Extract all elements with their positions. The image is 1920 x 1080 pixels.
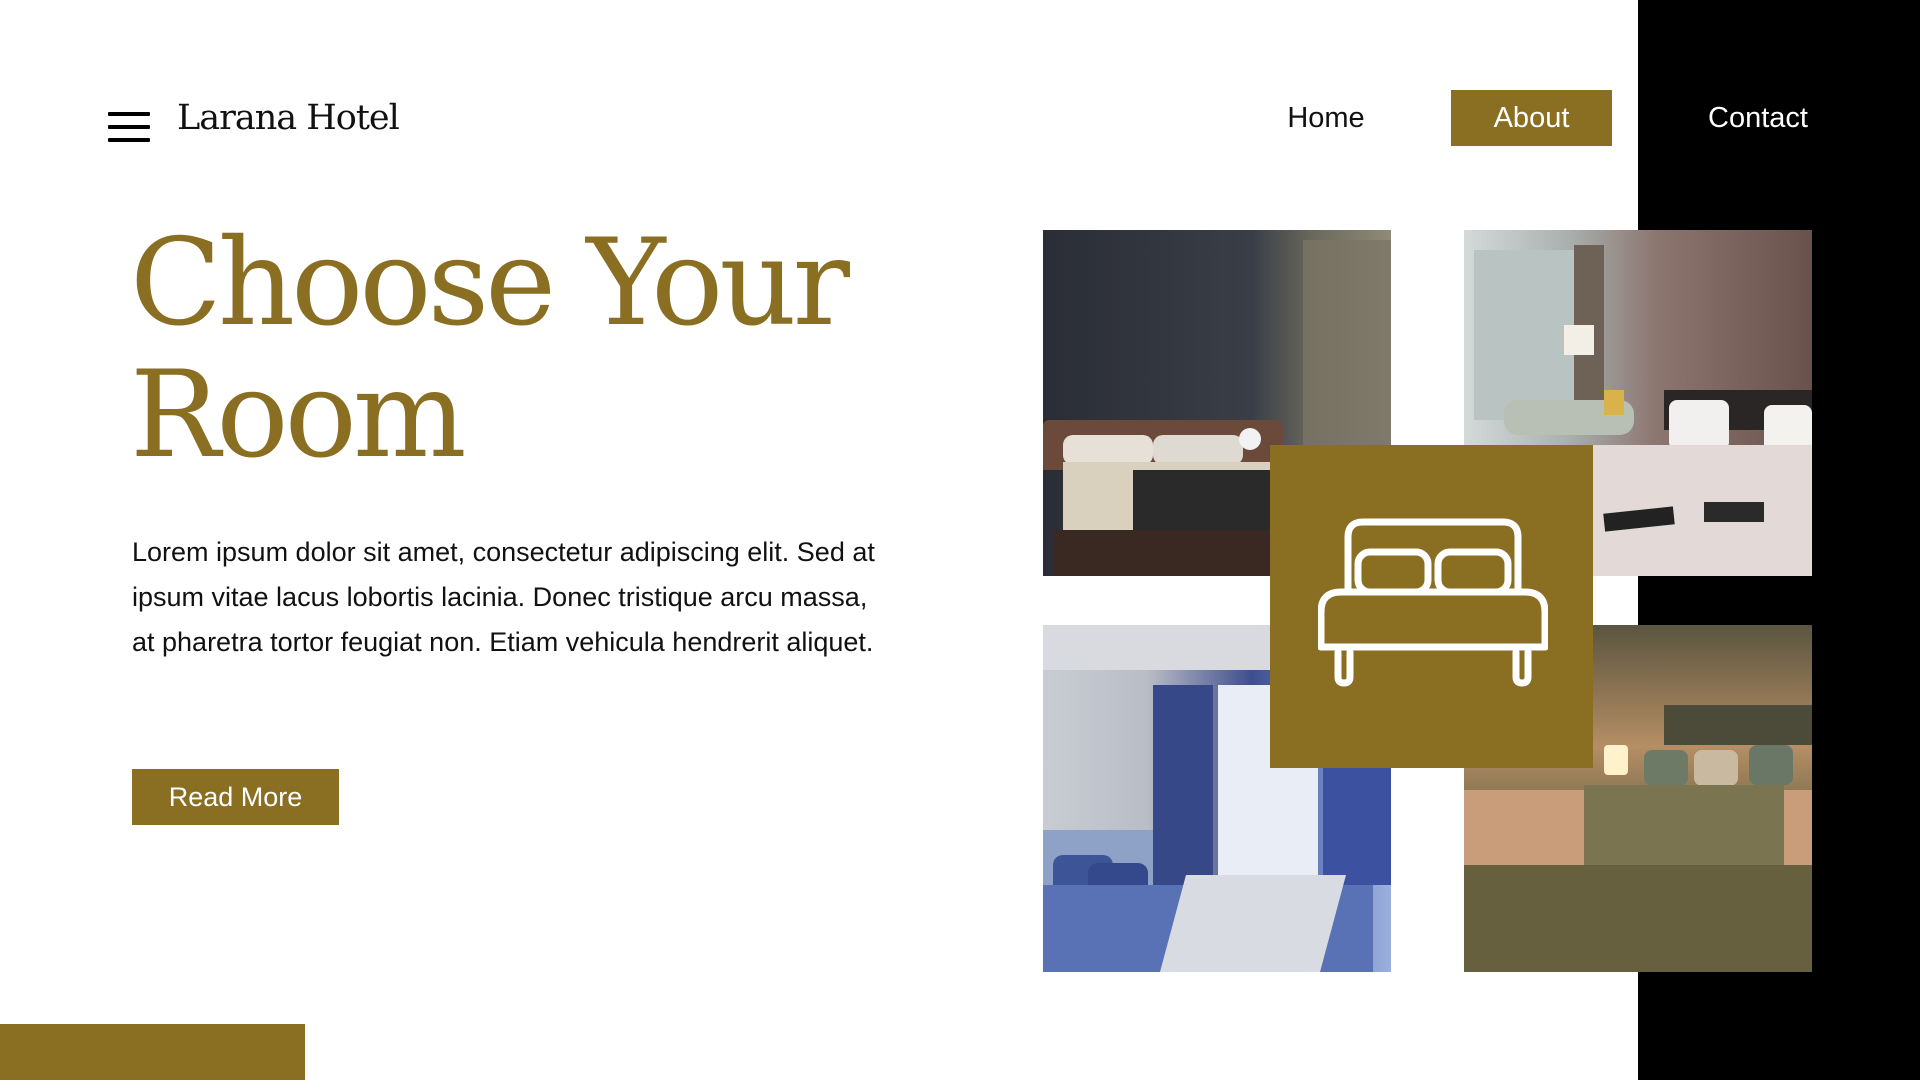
brand-name[interactable]: Larana Hotel: [177, 101, 400, 136]
hero-body-text: Lorem ipsum dolor sit amet, consectetur …: [132, 537, 875, 657]
nav-about[interactable]: About: [1451, 90, 1612, 146]
bed-icon: [1318, 518, 1548, 687]
hero-title: Choose Your Room: [130, 218, 950, 482]
bed-icon-card: [1270, 445, 1593, 768]
hero-title-line2: Room: [130, 346, 467, 485]
read-more-button[interactable]: Read More: [132, 769, 339, 825]
gold-accent-bar: [0, 1024, 305, 1080]
hamburger-menu-icon[interactable]: [108, 112, 150, 144]
hero-title-line1: Choose Your: [130, 214, 850, 353]
nav-home[interactable]: Home: [1270, 90, 1382, 146]
nav-contact[interactable]: Contact: [1684, 90, 1832, 146]
